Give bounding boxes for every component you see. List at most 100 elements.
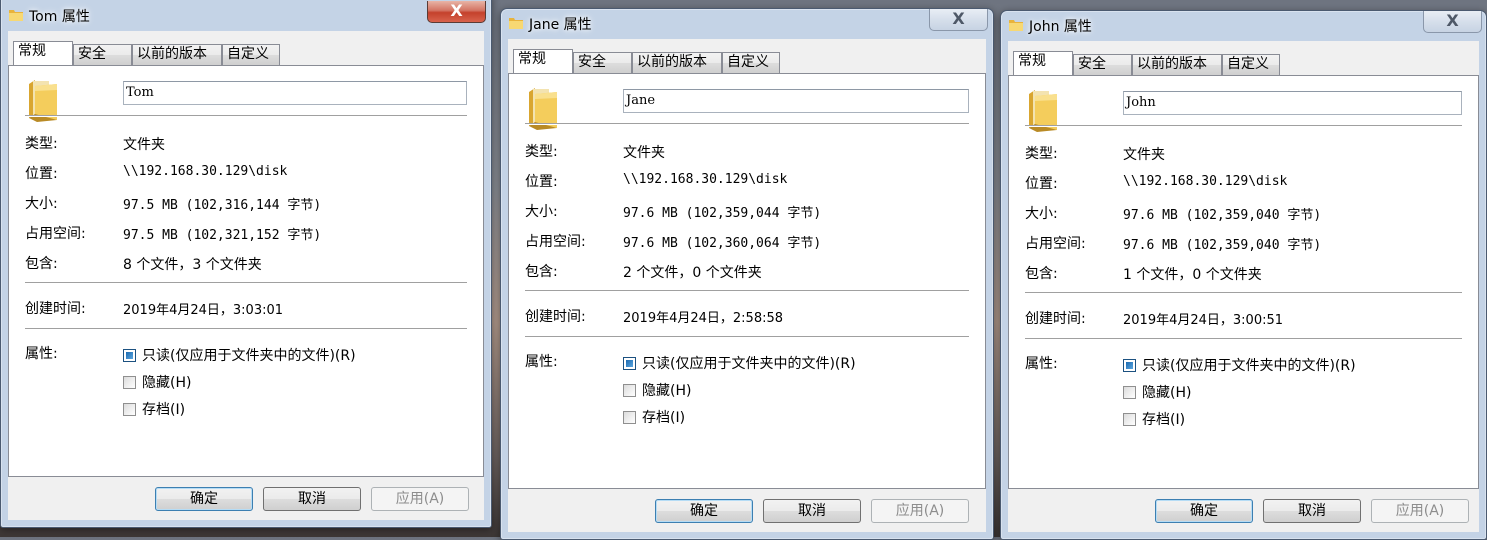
dialog-body: 常规 安全 以前的版本 自定义 Jane 类型: 文件夹 位置: \\192.168.30.12… [508,39,986,532]
size-label: 大小: [25,196,58,212]
type-value: 文件夹 [1123,147,1165,163]
hidden-checkbox-row[interactable]: 隐藏(H) [1123,382,1191,402]
hidden-checkbox-label: 隐藏(H) [1142,385,1192,401]
close-button[interactable]: X [1423,11,1482,33]
contains-label: 包含: [525,264,558,280]
tab-customize[interactable]: 自定义 [722,52,780,73]
window-title: John 属性 [1029,19,1092,35]
folder-name-input[interactable]: John [1123,91,1462,115]
title-bar[interactable]: Jane 属性 X [501,9,993,39]
type-value: 文件夹 [123,137,165,153]
location-value: \\192.168.30.129\disk [123,164,288,179]
type-label: 类型: [1025,146,1058,162]
readonly-checkbox[interactable] [1123,359,1136,372]
apply-button[interactable]: 应用(A) [371,487,469,511]
hidden-checkbox-row[interactable]: 隐藏(H) [623,380,691,400]
general-tab-panel: Jane 类型: 文件夹 位置: \\192.168.30.129\disk 大小: 97.… [508,73,986,489]
attributes-label: 属性: [1025,356,1058,372]
tab-previous-versions[interactable]: 以前的版本 [632,52,722,73]
location-label: 位置: [25,166,58,182]
archive-checkbox[interactable] [123,403,136,416]
apply-button[interactable]: 应用(A) [871,499,969,523]
dialog-body: 常规 安全 以前的版本 自定义 Tom 类型: 文件夹位置: \\192.168.30.129… [8,31,484,520]
created-label: 创建时间: [1025,311,1086,327]
size-on-disk-value: 97.6 MB (102,359,040 字节) [1123,238,1322,253]
tab-previous-versions[interactable]: 以前的版本 [132,44,222,65]
created-label: 创建时间: [25,301,86,317]
location-value: \\192.168.30.129\disk [1123,174,1288,189]
tab-general[interactable]: 常规 [1013,51,1073,75]
hidden-checkbox[interactable] [1123,386,1136,399]
type-label: 类型: [525,144,558,160]
dialog-body: 常规 安全 以前的版本 自定义 John 类型: 文件夹位置: \\192.168.30.12… [1008,41,1479,532]
attributes-label: 属性: [25,346,58,362]
window-title: Jane 属性 [529,17,592,33]
size-on-disk-value: 97.6 MB (102,360,064 字节) [623,236,822,251]
cancel-button[interactable]: 取消 [763,499,861,523]
title-bar[interactable]: Tom 属性 X [1,0,491,25]
divider [25,282,467,284]
title-bar[interactable]: John 属性 X [1001,11,1486,41]
size-value: 97.5 MB (102,316,144 字节) [123,198,322,213]
archive-checkbox-label: 存档(I) [1142,412,1186,428]
archive-checkbox-row[interactable]: 存档(I) [623,407,685,427]
folder-name-input[interactable]: Jane [623,89,969,113]
tab-previous-versions[interactable]: 以前的版本 [1132,54,1222,75]
hidden-checkbox-label: 隐藏(H) [642,383,692,399]
divider [525,123,969,125]
location-label: 位置: [525,174,558,190]
ok-button[interactable]: 确定 [155,487,253,511]
readonly-checkbox-row[interactable]: 只读(仅应用于文件夹中的文件)(R) [123,345,356,365]
tab-general[interactable]: 常规 [13,41,73,65]
folder-icon [508,16,524,30]
contains-label: 包含: [1025,266,1058,282]
readonly-checkbox[interactable] [123,349,136,362]
ok-button[interactable]: 确定 [655,499,753,523]
cancel-button[interactable]: 取消 [263,487,361,511]
tab-general[interactable]: 常规 [513,49,573,73]
divider [525,336,969,338]
apply-button[interactable]: 应用(A) [1371,499,1469,523]
readonly-checkbox-row[interactable]: 只读(仅应用于文件夹中的文件)(R) [1123,355,1356,375]
type-label: 类型: [25,136,58,152]
tab-customize[interactable]: 自定义 [222,44,280,65]
properties-window-john[interactable]: John 属性 X 常规 安全 以前的版本 自定义 John 类型: 文件夹位置: \\192.1… [1000,10,1487,540]
hidden-checkbox-label: 隐藏(H) [142,375,192,391]
size-label: 大小: [1025,206,1058,222]
close-button[interactable]: X [427,1,486,23]
general-tab-panel: Tom 类型: 文件夹位置: \\192.168.30.129\disk 大小: 97.5… [8,65,484,477]
archive-checkbox[interactable] [1123,413,1136,426]
divider [1025,338,1462,340]
tab-security[interactable]: 安全 [1073,54,1132,75]
readonly-checkbox[interactable] [623,357,636,370]
tab-security[interactable]: 安全 [73,44,132,65]
contains-label: 包含: [25,256,58,272]
size-on-disk-label: 占用空间: [1025,236,1086,252]
folder-name-input[interactable]: Tom [123,81,467,105]
hidden-checkbox-row[interactable]: 隐藏(H) [123,372,191,392]
size-label: 大小: [525,204,558,220]
archive-checkbox[interactable] [623,411,636,424]
hidden-checkbox[interactable] [623,384,636,397]
tab-security[interactable]: 安全 [573,52,632,73]
properties-window-tom[interactable]: Tom 属性 X 常规 安全 以前的版本 自定义 Tom 类型: 文件夹位置: \\192.168… [0,0,492,528]
location-label: 位置: [1025,176,1058,192]
hidden-checkbox[interactable] [123,376,136,389]
readonly-checkbox-label: 只读(仅应用于文件夹中的文件)(R) [642,356,856,372]
archive-checkbox-row[interactable]: 存档(I) [1123,409,1185,429]
created-value: 2019年4月24日，3:00:51 [1123,313,1284,328]
location-value: \\192.168.30.129\disk [623,172,788,187]
contains-value: 2 个文件，0 个文件夹 [623,265,762,281]
size-on-disk-label: 占用空间: [25,226,86,242]
divider [25,115,467,117]
cancel-button[interactable]: 取消 [1263,499,1361,523]
folder-icon [1008,18,1024,32]
readonly-checkbox-label: 只读(仅应用于文件夹中的文件)(R) [142,348,356,364]
ok-button[interactable]: 确定 [1155,499,1253,523]
readonly-checkbox-row[interactable]: 只读(仅应用于文件夹中的文件)(R) [623,353,856,373]
tab-customize[interactable]: 自定义 [1222,54,1280,75]
archive-checkbox-row[interactable]: 存档(I) [123,399,185,419]
properties-window-jane[interactable]: Jane 属性 X 常规 安全 以前的版本 自定义 Jane 类型: 文件夹 位置: \\192.1… [500,8,994,540]
close-button[interactable]: X [929,9,988,31]
size-value: 97.6 MB (102,359,040 字节) [1123,208,1322,223]
